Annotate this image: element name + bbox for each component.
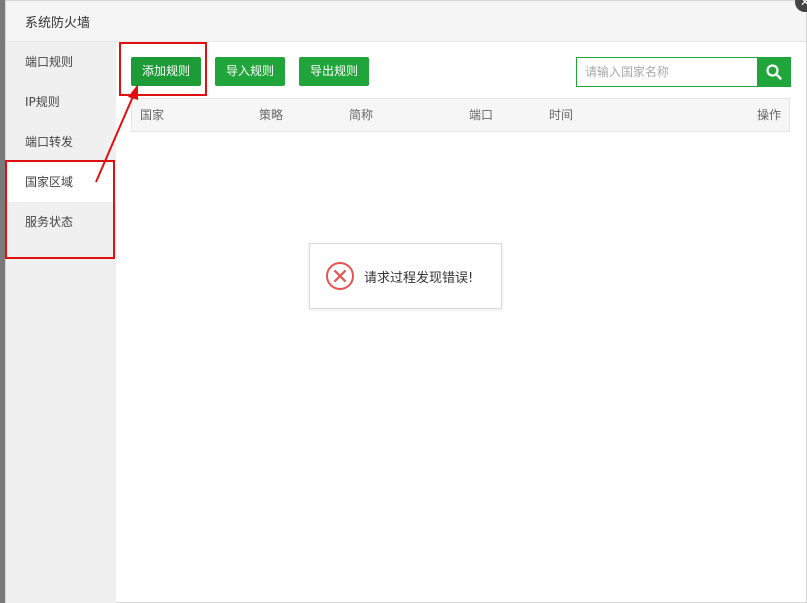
table-header: 国家 策略 简称 端口 时间 操作 <box>131 98 790 132</box>
error-toast: 请求过程发现错误! <box>309 243 502 309</box>
column-header-time: 时间 <box>549 108 574 122</box>
search-box <box>576 57 791 87</box>
search-input[interactable] <box>576 57 757 87</box>
dialog-title-bar: 系统防火墙 <box>6 1 806 42</box>
column-header-actions: 操作 <box>756 108 781 122</box>
dialog-title: 系统防火墙 <box>25 15 91 31</box>
main-panel: 添加规则 导入规则 导出规则 国家 策略 简称 端口 时间 操作 <box>116 42 806 602</box>
highlight-box-sidebar <box>5 160 115 259</box>
search-button[interactable] <box>757 57 791 87</box>
column-header-abbr: 简称 <box>349 108 374 122</box>
column-header-port: 端口 <box>469 108 494 122</box>
error-message: 请求过程发现错误! <box>364 270 474 286</box>
sidebar: 端口规则 IP规则 端口转发 国家区域 服务状态 <box>6 42 116 603</box>
search-icon <box>766 64 782 80</box>
export-rule-button[interactable]: 导出规则 <box>299 57 370 86</box>
sidebar-item-port-rules[interactable]: 端口规则 <box>6 42 116 82</box>
error-circle-icon <box>326 262 354 290</box>
column-header-policy: 策略 <box>259 108 284 122</box>
highlight-box-add-rule <box>119 42 207 96</box>
import-rule-button[interactable]: 导入规则 <box>215 57 286 86</box>
sidebar-item-ip-rules[interactable]: IP规则 <box>6 82 116 122</box>
column-header-country: 国家 <box>140 108 165 122</box>
sidebar-item-port-forward[interactable]: 端口转发 <box>6 122 116 162</box>
